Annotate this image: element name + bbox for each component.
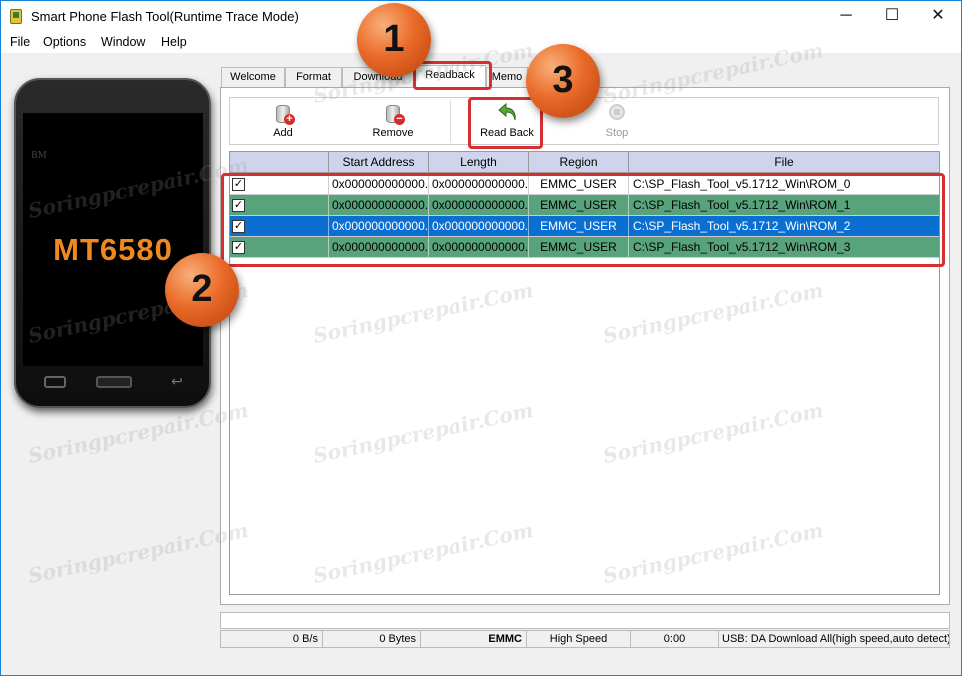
remove-button[interactable]: − Remove [363, 101, 423, 143]
app-window: Smart Phone Flash Tool(Runtime Trace Mod… [0, 0, 962, 676]
table-header: Start Address Length Region File [230, 152, 939, 173]
status-bar: 0 B/s 0 Bytes EMMC High Speed 0:00 USB: … [220, 630, 950, 648]
progress-bar [220, 612, 950, 629]
status-mode: High Speed [527, 631, 631, 647]
minimize-button[interactable]: ─ [823, 1, 869, 32]
tab-welcome[interactable]: Welcome [221, 67, 285, 87]
title-bar: Smart Phone Flash Tool(Runtime Trace Mod… [1, 1, 961, 32]
add-button[interactable]: + Add [253, 101, 313, 143]
menu-window[interactable]: Window [101, 35, 145, 49]
stop-button[interactable]: Stop [587, 101, 647, 143]
read-back-button-highlight [468, 97, 543, 149]
menu-file[interactable]: File [10, 35, 30, 49]
menu-help[interactable]: Help [161, 35, 187, 49]
stop-icon [609, 104, 625, 120]
toolbar-separator [450, 100, 451, 142]
column-header-length[interactable]: Length [429, 152, 529, 172]
status-storage: EMMC [421, 631, 527, 647]
column-header-region[interactable]: Region [529, 152, 629, 172]
minus-icon: − [394, 114, 405, 125]
column-header-file[interactable]: File [629, 152, 939, 172]
step-marker-3: 3 [526, 44, 600, 118]
readback-tab-highlight [413, 61, 492, 90]
phone-menu-key-icon [44, 376, 66, 388]
tab-memory[interactable]: Memo [486, 67, 528, 87]
plus-icon: + [284, 114, 295, 125]
phone-screen: BM MT6580 [23, 113, 203, 366]
phone-brand: BM [31, 151, 47, 161]
remove-label: Remove [372, 127, 414, 139]
window-title: Smart Phone Flash Tool(Runtime Trace Mod… [31, 9, 299, 24]
close-button[interactable]: ✕ [915, 1, 961, 32]
watermark: Soringpcrepair.Com [25, 397, 251, 469]
table-rows-highlight [221, 173, 945, 267]
column-header-check [230, 152, 329, 172]
menu-options[interactable]: Options [43, 35, 86, 49]
step-marker-1: 1 [357, 3, 431, 77]
stop-label: Stop [605, 127, 629, 139]
maximize-button[interactable]: ☐ [869, 1, 915, 32]
phone-back-key-icon: ↩ [171, 373, 183, 389]
status-time: 0:00 [631, 631, 719, 647]
watermark: Soringpcrepair.Com [25, 517, 251, 589]
phone-image: BM MT6580 ↩ [14, 78, 211, 408]
phone-home-key-icon [96, 376, 132, 388]
app-icon [10, 9, 22, 24]
column-header-start-address[interactable]: Start Address [329, 152, 429, 172]
status-bytes: 0 Bytes [323, 631, 421, 647]
menu-bar: File Options Window Help [1, 32, 961, 53]
tab-format[interactable]: Format [285, 67, 342, 87]
status-usb: USB: DA Download All(high speed,auto det… [722, 633, 949, 645]
status-speed: 0 B/s [221, 631, 323, 647]
add-label: Add [273, 127, 293, 139]
step-marker-2: 2 [165, 253, 239, 327]
